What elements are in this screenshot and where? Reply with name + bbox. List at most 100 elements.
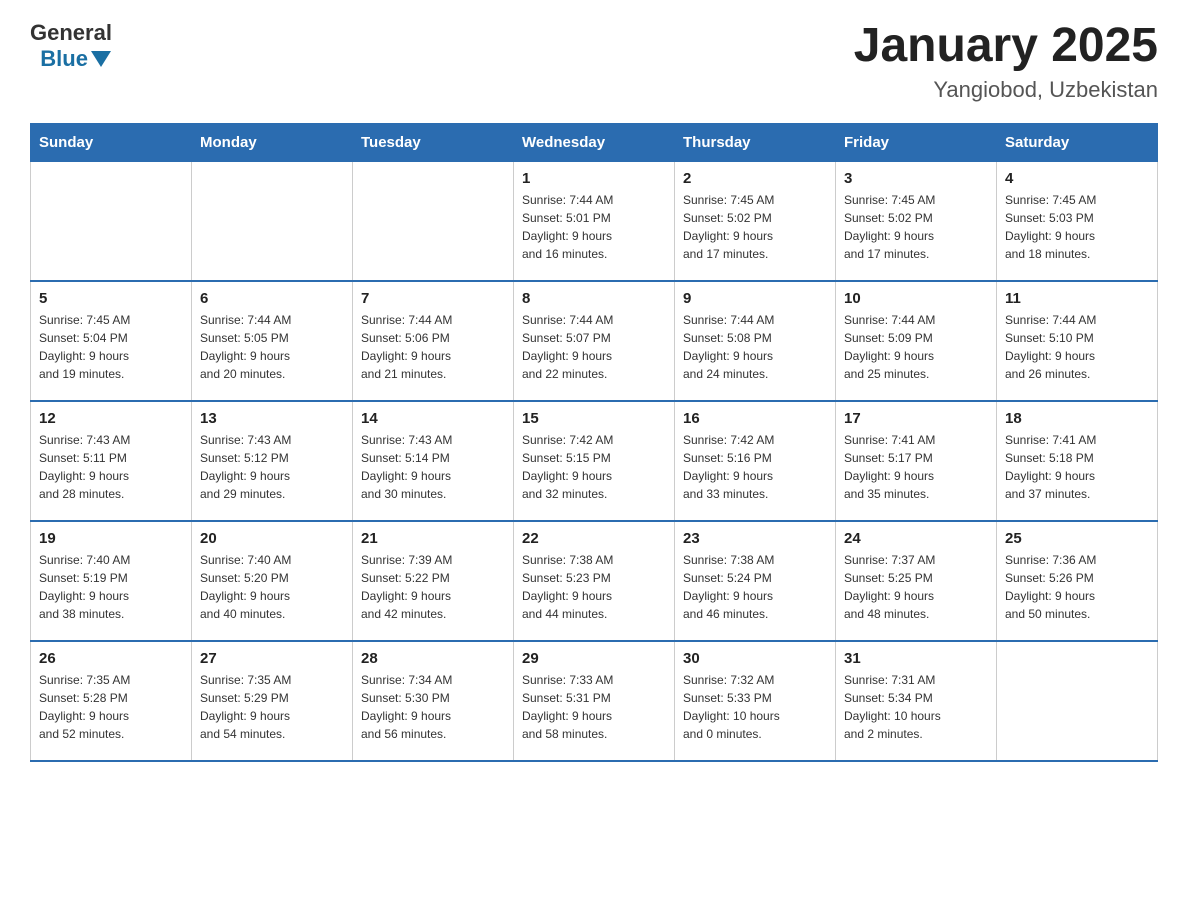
day-cell: 5 Sunrise: 7:45 AMSunset: 5:04 PMDaylight… (31, 281, 192, 401)
week-row-5: 26 Sunrise: 7:35 AMSunset: 5:28 PMDayligh… (31, 641, 1158, 761)
day-number: 13 (200, 410, 344, 427)
day-cell: 7Sunrise: 7:44 AMSunset: 5:06 PMDaylight… (353, 281, 514, 401)
day-number: 1 (522, 170, 666, 187)
day-cell (353, 161, 514, 281)
day-cell: 24 Sunrise: 7:37 AMSunset: 5:25 PMDayligh… (836, 521, 997, 641)
logo-triangle-icon (90, 49, 112, 69)
day-number: 6 (200, 290, 344, 307)
title-block: January 2025 Yangiobod, Uzbekistan (854, 20, 1158, 103)
day-number: 31 (844, 650, 988, 667)
day-info: Sunrise: 7:38 AMSunset: 5:24 PMDaylight:… (683, 551, 827, 623)
day-number: 5 (39, 290, 183, 307)
day-cell: 9Sunrise: 7:44 AMSunset: 5:08 PMDaylight… (675, 281, 836, 401)
day-info: Sunrise: 7:32 AMSunset: 5:33 PMDaylight:… (683, 671, 827, 743)
week-row-4: 19 Sunrise: 7:40 AMSunset: 5:19 PMDayligh… (31, 521, 1158, 641)
day-cell: 27 Sunrise: 7:35 AMSunset: 5:29 PMDayligh… (192, 641, 353, 761)
day-cell: 30 Sunrise: 7:32 AMSunset: 5:33 PMDayligh… (675, 641, 836, 761)
day-number: 4 (1005, 170, 1149, 187)
day-info: Sunrise: 7:40 AMSunset: 5:20 PMDaylight:… (200, 551, 344, 623)
day-cell: 3Sunrise: 7:45 AMSunset: 5:02 PMDaylight… (836, 161, 997, 281)
day-info: Sunrise: 7:39 AMSunset: 5:22 PMDaylight:… (361, 551, 505, 623)
day-cell: 25 Sunrise: 7:36 AMSunset: 5:26 PMDayligh… (997, 521, 1158, 641)
day-cell: 14Sunrise: 7:43 AMSunset: 5:14 PMDayligh… (353, 401, 514, 521)
day-cell: 12 Sunrise: 7:43 AMSunset: 5:11 PMDayligh… (31, 401, 192, 521)
calendar-table: Sunday Monday Tuesday Wednesday Thursday… (30, 123, 1158, 763)
day-cell: 17Sunrise: 7:41 AMSunset: 5:17 PMDayligh… (836, 401, 997, 521)
day-number: 7 (361, 290, 505, 307)
day-info: Sunrise: 7:44 AMSunset: 5:09 PMDaylight:… (844, 311, 988, 383)
day-number: 19 (39, 530, 183, 547)
day-info: Sunrise: 7:43 AMSunset: 5:11 PMDaylight:… (39, 431, 183, 503)
day-info: Sunrise: 7:35 AMSunset: 5:28 PMDaylight:… (39, 671, 183, 743)
col-thursday: Thursday (675, 123, 836, 161)
day-info: Sunrise: 7:33 AMSunset: 5:31 PMDaylight:… (522, 671, 666, 743)
day-cell: 13 Sunrise: 7:43 AMSunset: 5:12 PMDayligh… (192, 401, 353, 521)
day-cell: 26 Sunrise: 7:35 AMSunset: 5:28 PMDayligh… (31, 641, 192, 761)
day-cell: 18Sunrise: 7:41 AMSunset: 5:18 PMDayligh… (997, 401, 1158, 521)
day-info: Sunrise: 7:44 AMSunset: 5:01 PMDaylight:… (522, 191, 666, 263)
day-number: 28 (361, 650, 505, 667)
day-cell: 11Sunrise: 7:44 AMSunset: 5:10 PMDayligh… (997, 281, 1158, 401)
day-info: Sunrise: 7:34 AMSunset: 5:30 PMDaylight:… (361, 671, 505, 743)
day-number: 23 (683, 530, 827, 547)
logo-general: General (30, 20, 112, 46)
day-cell: 19 Sunrise: 7:40 AMSunset: 5:19 PMDayligh… (31, 521, 192, 641)
day-cell: 16Sunrise: 7:42 AMSunset: 5:16 PMDayligh… (675, 401, 836, 521)
day-info: Sunrise: 7:45 AMSunset: 5:04 PMDaylight:… (39, 311, 183, 383)
col-tuesday: Tuesday (353, 123, 514, 161)
day-number: 22 (522, 530, 666, 547)
week-row-3: 12 Sunrise: 7:43 AMSunset: 5:11 PMDayligh… (31, 401, 1158, 521)
day-number: 8 (522, 290, 666, 307)
day-cell: 29 Sunrise: 7:33 AMSunset: 5:31 PMDayligh… (514, 641, 675, 761)
day-number: 29 (522, 650, 666, 667)
day-info: Sunrise: 7:41 AMSunset: 5:17 PMDaylight:… (844, 431, 988, 503)
day-info: Sunrise: 7:37 AMSunset: 5:25 PMDaylight:… (844, 551, 988, 623)
calendar-subtitle: Yangiobod, Uzbekistan (854, 77, 1158, 103)
day-info: Sunrise: 7:45 AMSunset: 5:02 PMDaylight:… (683, 191, 827, 263)
week-row-1: 1 Sunrise: 7:44 AMSunset: 5:01 PMDaylight… (31, 161, 1158, 281)
day-cell: 22Sunrise: 7:38 AMSunset: 5:23 PMDayligh… (514, 521, 675, 641)
day-number: 25 (1005, 530, 1149, 547)
col-monday: Monday (192, 123, 353, 161)
logo: General Blue (30, 20, 112, 72)
day-number: 21 (361, 530, 505, 547)
day-number: 27 (200, 650, 344, 667)
day-cell: 23 Sunrise: 7:38 AMSunset: 5:24 PMDayligh… (675, 521, 836, 641)
day-info: Sunrise: 7:31 AMSunset: 5:34 PMDaylight:… (844, 671, 988, 743)
day-info: Sunrise: 7:42 AMSunset: 5:16 PMDaylight:… (683, 431, 827, 503)
day-number: 15 (522, 410, 666, 427)
day-cell: 31 Sunrise: 7:31 AMSunset: 5:34 PMDayligh… (836, 641, 997, 761)
day-cell: 28 Sunrise: 7:34 AMSunset: 5:30 PMDayligh… (353, 641, 514, 761)
day-cell: 15Sunrise: 7:42 AMSunset: 5:15 PMDayligh… (514, 401, 675, 521)
header-row: Sunday Monday Tuesday Wednesday Thursday… (31, 123, 1158, 161)
day-number: 2 (683, 170, 827, 187)
day-number: 3 (844, 170, 988, 187)
day-number: 10 (844, 290, 988, 307)
calendar-title: January 2025 (854, 20, 1158, 73)
day-number: 11 (1005, 290, 1149, 307)
day-cell: 21 Sunrise: 7:39 AMSunset: 5:22 PMDayligh… (353, 521, 514, 641)
day-cell: 1 Sunrise: 7:44 AMSunset: 5:01 PMDaylight… (514, 161, 675, 281)
day-number: 12 (39, 410, 183, 427)
day-number: 26 (39, 650, 183, 667)
day-info: Sunrise: 7:43 AMSunset: 5:12 PMDaylight:… (200, 431, 344, 503)
page-header: General Blue January 2025 Yangiobod, Uzb… (30, 20, 1158, 103)
day-info: Sunrise: 7:40 AMSunset: 5:19 PMDaylight:… (39, 551, 183, 623)
day-info: Sunrise: 7:35 AMSunset: 5:29 PMDaylight:… (200, 671, 344, 743)
day-info: Sunrise: 7:44 AMSunset: 5:07 PMDaylight:… (522, 311, 666, 383)
day-info: Sunrise: 7:44 AMSunset: 5:08 PMDaylight:… (683, 311, 827, 383)
day-number: 30 (683, 650, 827, 667)
day-cell: 6 Sunrise: 7:44 AMSunset: 5:05 PMDaylight… (192, 281, 353, 401)
day-info: Sunrise: 7:41 AMSunset: 5:18 PMDaylight:… (1005, 431, 1149, 503)
day-number: 24 (844, 530, 988, 547)
day-info: Sunrise: 7:44 AMSunset: 5:05 PMDaylight:… (200, 311, 344, 383)
col-sunday: Sunday (31, 123, 192, 161)
day-info: Sunrise: 7:36 AMSunset: 5:26 PMDaylight:… (1005, 551, 1149, 623)
col-saturday: Saturday (997, 123, 1158, 161)
col-wednesday: Wednesday (514, 123, 675, 161)
week-row-2: 5 Sunrise: 7:45 AMSunset: 5:04 PMDaylight… (31, 281, 1158, 401)
day-cell: 10 Sunrise: 7:44 AMSunset: 5:09 PMDayligh… (836, 281, 997, 401)
day-cell: 2 Sunrise: 7:45 AMSunset: 5:02 PMDaylight… (675, 161, 836, 281)
day-number: 14 (361, 410, 505, 427)
day-number: 20 (200, 530, 344, 547)
